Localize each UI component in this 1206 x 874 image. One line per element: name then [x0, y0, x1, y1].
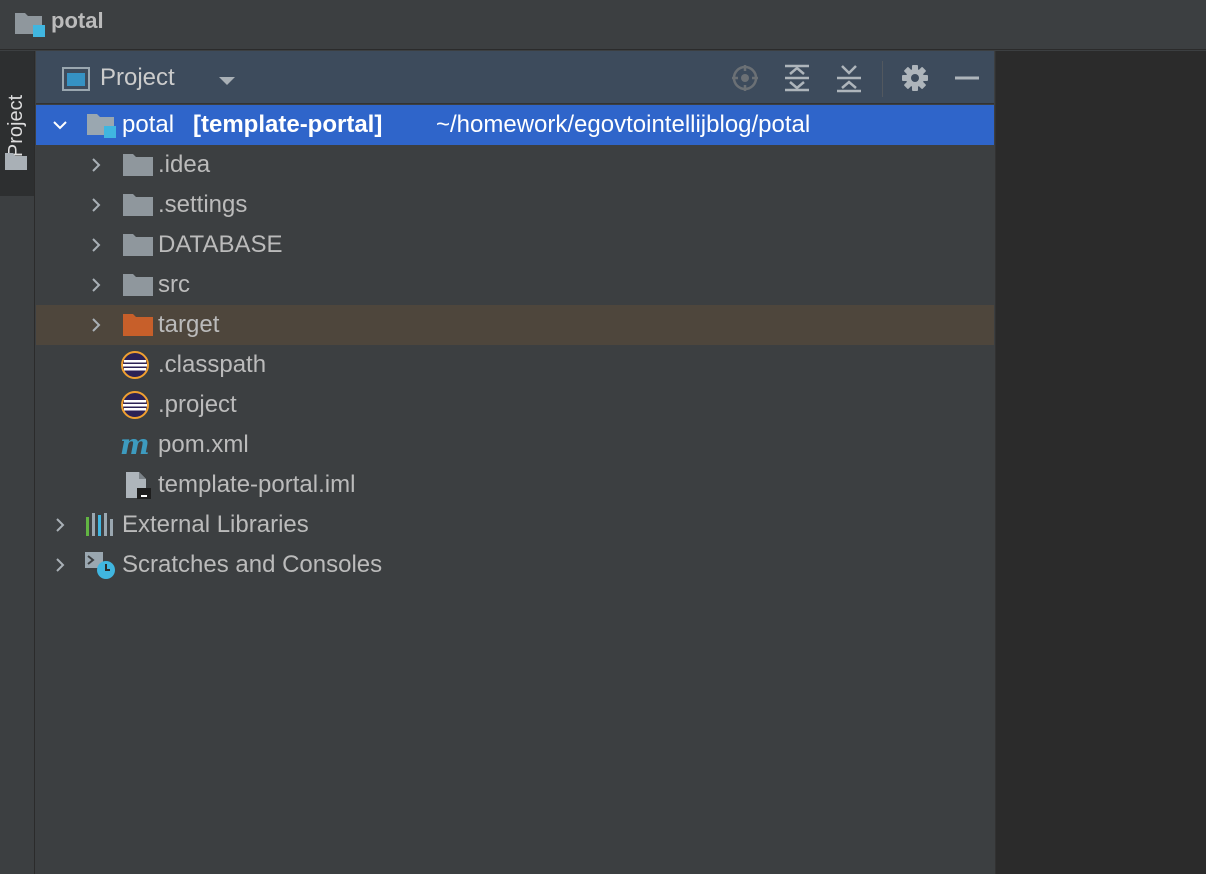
tree-scratches[interactable]: Scratches and Consoles: [36, 545, 994, 585]
tree-item-database[interactable]: DATABASE: [36, 225, 994, 265]
project-view-icon: [62, 67, 90, 91]
tree-item-label: .idea: [158, 151, 211, 178]
title-bar: potal: [0, 0, 1206, 50]
tree-item-label: target: [158, 311, 220, 338]
library-icon: [86, 513, 113, 536]
gear-icon[interactable]: [900, 63, 930, 93]
folder-icon: [123, 154, 153, 176]
chevron-right-icon[interactable]: [88, 237, 104, 253]
tree-item-label: Scratches and Consoles: [122, 551, 383, 578]
tree-item-label: External Libraries: [122, 511, 309, 538]
tree-item-target[interactable]: target: [36, 305, 994, 345]
tree-item-label: .classpath: [158, 351, 267, 378]
excluded-folder-icon: [123, 314, 153, 336]
collapse-all-icon[interactable]: [834, 63, 864, 93]
tree-item-src[interactable]: src: [36, 265, 994, 305]
chevron-down-icon[interactable]: [52, 117, 68, 133]
tree-item-label: pom.xml: [158, 431, 249, 458]
panel-title[interactable]: Project: [100, 64, 175, 92]
tree-root-row[interactable]: potal [template-portal] ~/homework/egovt…: [36, 105, 994, 145]
tree-external-libraries[interactable]: External Libraries: [36, 505, 994, 545]
maven-icon: m: [120, 431, 150, 459]
folder-icon: [123, 194, 153, 216]
tree-item-label: src: [158, 271, 190, 298]
iml-file-icon: [126, 472, 151, 499]
chevron-right-icon[interactable]: [52, 557, 68, 573]
expand-all-icon[interactable]: [782, 63, 812, 93]
tree-item-label: .project: [158, 391, 237, 418]
chevron-right-icon[interactable]: [52, 517, 68, 533]
project-tool-tab[interactable]: Project: [0, 51, 34, 196]
window-title: potal: [51, 8, 104, 33]
root-path: ~/homework/egovtointellijblog/potal: [436, 111, 811, 138]
tree-item-idea[interactable]: .idea: [36, 145, 994, 185]
folder-icon: [123, 234, 153, 256]
tree-item-iml[interactable]: template-portal.iml: [36, 465, 994, 505]
chevron-down-icon[interactable]: [218, 75, 236, 87]
minimize-icon[interactable]: [952, 63, 982, 93]
project-folder-icon: [15, 13, 45, 37]
toolbar-separator: [882, 61, 883, 97]
root-name: potal: [122, 111, 175, 138]
tree-item-settings[interactable]: .settings: [36, 185, 994, 225]
tool-window-stripe: Project: [0, 51, 35, 874]
chevron-right-icon[interactable]: [88, 277, 104, 293]
project-tab-label: Project: [5, 94, 27, 158]
root-module: [template-portal]: [193, 111, 383, 138]
editor-area: [995, 51, 1206, 874]
target-icon[interactable]: [730, 63, 760, 93]
chevron-right-icon[interactable]: [88, 317, 104, 333]
tree-item-label: template-portal.iml: [158, 471, 356, 498]
chevron-right-icon[interactable]: [88, 157, 104, 173]
folder-icon: [123, 274, 153, 296]
folder-icon: [5, 153, 27, 170]
eclipse-icon: [121, 391, 149, 419]
tree-item-project[interactable]: .project: [36, 385, 994, 425]
chevron-right-icon[interactable]: [88, 197, 104, 213]
scratches-icon: [85, 552, 115, 579]
project-folder-icon: [87, 114, 116, 138]
panel-header: Project: [36, 51, 994, 104]
project-panel: Project potal [template-portal] ~/homewo…: [36, 51, 994, 874]
eclipse-icon: [121, 351, 149, 379]
svg-text:m: m: [120, 431, 150, 459]
tree-item-label: DATABASE: [158, 231, 283, 258]
tree-item-classpath[interactable]: .classpath: [36, 345, 994, 385]
tree-item-pom[interactable]: m pom.xml: [36, 425, 994, 465]
tree-item-label: .settings: [158, 191, 248, 218]
